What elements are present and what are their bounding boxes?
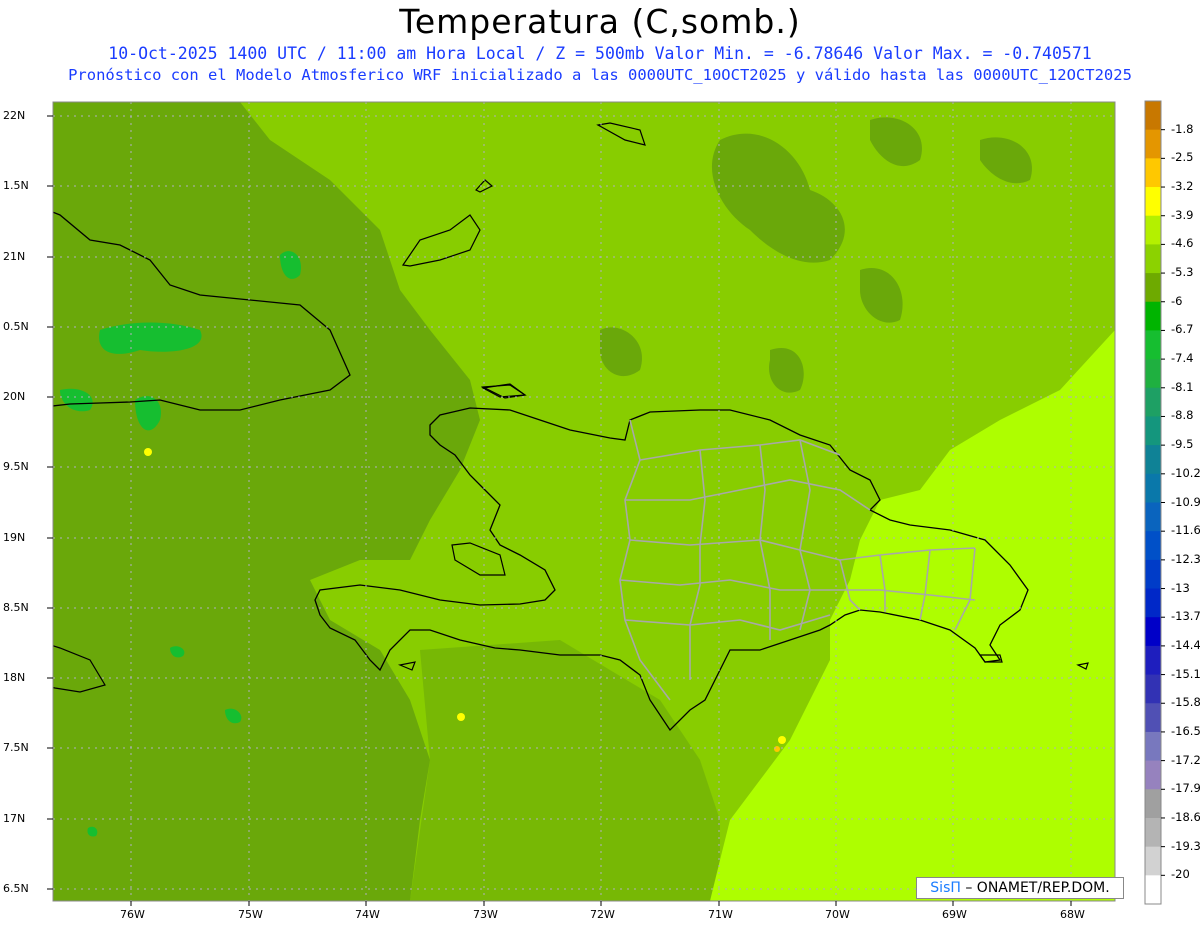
lat-label: 6.5N (3, 882, 29, 895)
colorbar-label: -9.5 (1171, 437, 1194, 452)
colorbar-swatch (1145, 473, 1161, 503)
colorbar-swatch (1145, 359, 1161, 389)
colorbar-label: -14.4 (1171, 637, 1200, 652)
lon-label: 68W (1060, 908, 1085, 921)
colorbar-swatch (1145, 416, 1161, 446)
colorbar-swatch (1145, 215, 1161, 245)
colorbar-label: -3.2 (1171, 179, 1194, 194)
colorbar-label: -4.6 (1171, 236, 1194, 251)
lon-label: 69W (942, 908, 967, 921)
colorbar-swatch (1145, 244, 1161, 274)
lat-label: 9.5N (3, 460, 29, 473)
colorbar-label: -15.1 (1171, 666, 1200, 681)
lat-label: 7.5N (3, 741, 29, 754)
lon-label: 71W (708, 908, 733, 921)
colorbar-swatch (1145, 817, 1161, 848)
lon-label: 73W (473, 908, 498, 921)
colorbar-swatch (1145, 187, 1161, 217)
credit-text: – ONAMET/REP.DOM. (960, 880, 1110, 896)
colorbar-swatch (1145, 846, 1161, 876)
colorbar-label: -8.1 (1171, 379, 1194, 394)
colorbar-swatch (1145, 875, 1161, 905)
colorbar-label: -20 (1171, 867, 1190, 882)
colorbar-swatch (1145, 502, 1161, 532)
colorbar-label: -13 (1171, 580, 1190, 595)
colorbar-swatch (1145, 674, 1161, 704)
colorbar-label: -15.8 (1171, 695, 1200, 710)
colorbar-label: -13.7 (1171, 609, 1200, 624)
lat-label: 22N (3, 109, 26, 122)
colorbar-swatch (1145, 387, 1161, 417)
colorbar-swatch (1145, 330, 1161, 360)
colorbar-swatch (1145, 731, 1161, 762)
lat-label: 8.5N (3, 601, 29, 614)
colorbar-label: -8.8 (1171, 408, 1194, 423)
colorbar-swatch (1145, 703, 1161, 733)
colorbar-label: -2.5 (1171, 150, 1194, 165)
colorbar-swatch (1145, 129, 1161, 159)
lat-label: 0.5N (3, 320, 29, 333)
lon-label: 74W (355, 908, 380, 921)
lat-label: 18N (3, 671, 26, 684)
colorbar-label: -10.9 (1171, 494, 1200, 509)
colorbar-label: -19.3 (1171, 838, 1200, 853)
colorbar-swatch (1145, 559, 1161, 590)
lon-label: 75W (238, 908, 263, 921)
credit-box: SisΠ – ONAMET/REP.DOM. (916, 877, 1124, 899)
colorbar-swatch (1145, 617, 1161, 647)
colorbar-label: -11.6 (1171, 523, 1200, 538)
lat-label: 21N (3, 250, 26, 263)
colorbar-label: -10.2 (1171, 465, 1200, 480)
colorbar-label: -16.5 (1171, 723, 1200, 738)
colorbar-swatch (1145, 158, 1161, 188)
colorbar-label: -17.2 (1171, 752, 1200, 767)
colorbar-swatch (1145, 760, 1161, 790)
colorbar-swatch (1145, 301, 1161, 331)
lat-label: 20N (3, 390, 26, 403)
colorbar-label: -1.8 (1171, 121, 1194, 136)
credit-brand: SisΠ (930, 880, 961, 896)
lon-label: 72W (590, 908, 615, 921)
lon-label: 76W (120, 908, 145, 921)
colorbar-swatch (1145, 273, 1161, 303)
colorbar-swatch (1145, 789, 1161, 819)
temperature-map (47, 100, 1165, 906)
colorbar-swatch (1145, 645, 1161, 676)
colorbar-label: -12.3 (1171, 551, 1200, 566)
lat-label: 1.5N (3, 179, 29, 192)
colorbar (1144, 100, 1165, 905)
colorbar-label: -7.4 (1171, 351, 1194, 366)
colorbar-label: -3.9 (1171, 207, 1194, 222)
colorbar-label: -5.3 (1171, 265, 1194, 280)
colorbar-swatch (1145, 531, 1161, 561)
colorbar-swatch (1145, 588, 1161, 618)
colorbar-label: -6 (1171, 293, 1183, 308)
colorbar-swatch (1145, 101, 1161, 131)
lon-label: 70W (825, 908, 850, 921)
lat-label: 17N (3, 812, 26, 825)
colorbar-label: -17.9 (1171, 781, 1200, 796)
lat-label: 19N (3, 531, 26, 544)
colorbar-label: -18.6 (1171, 809, 1200, 824)
colorbar-swatch (1145, 445, 1161, 475)
colorbar-label: -6.7 (1171, 322, 1194, 337)
